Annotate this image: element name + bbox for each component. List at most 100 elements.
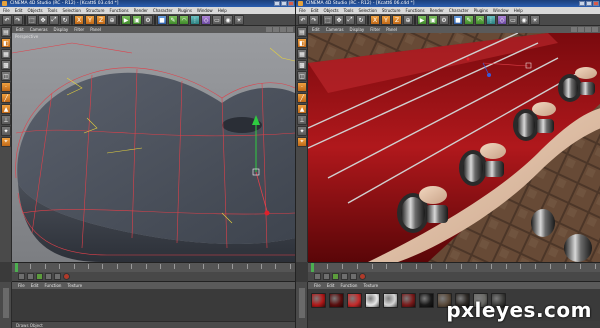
orbit-icon[interactable] <box>585 27 591 32</box>
undo-icon[interactable]: ↶ <box>298 15 308 25</box>
menu-objects[interactable]: Objects <box>27 7 42 14</box>
mat-menu-function[interactable]: Function <box>44 282 61 289</box>
left-timeline[interactable] <box>12 262 295 273</box>
menu-functions[interactable]: Functions <box>109 7 128 14</box>
view-menu-filter[interactable]: Filter <box>370 26 380 33</box>
menu-tools[interactable]: Tools <box>48 7 58 14</box>
spline-pen-icon[interactable]: ✎ <box>464 15 474 25</box>
light-icon[interactable]: ☀ <box>234 15 244 25</box>
go-to-end-icon[interactable] <box>54 273 61 280</box>
points-mode-icon[interactable]: · <box>1 82 11 92</box>
view-menu-panel[interactable]: Panel <box>90 26 101 33</box>
object-mode-icon[interactable]: ▦ <box>1 49 11 59</box>
mat-menu-edit[interactable]: Edit <box>31 282 39 289</box>
snap-icon[interactable]: ⌖ <box>1 137 11 147</box>
menu-structure[interactable]: Structure <box>382 7 401 14</box>
snap-icon[interactable]: ⌖ <box>297 137 307 147</box>
menu-character[interactable]: Character <box>153 7 173 14</box>
camera-icon[interactable]: ◉ <box>519 15 529 25</box>
render-picture-viewer-icon[interactable]: ▣ <box>428 15 438 25</box>
menu-render[interactable]: Render <box>430 7 444 14</box>
material-swatch-mat-red-2[interactable] <box>347 293 362 308</box>
array-icon[interactable]: ⋮ <box>190 15 200 25</box>
rotate-icon[interactable]: ↻ <box>60 15 70 25</box>
toggle-views-icon[interactable] <box>287 27 293 32</box>
left-material-area[interactable] <box>12 289 295 321</box>
minimize-button[interactable] <box>274 1 280 6</box>
deformer-icon[interactable]: ◇ <box>497 15 507 25</box>
edges-mode-icon[interactable]: ╱ <box>1 93 11 103</box>
material-swatch-mat-black[interactable] <box>419 293 434 308</box>
object-mode-icon[interactable]: ▦ <box>297 49 307 59</box>
menu-file[interactable]: File <box>3 7 10 14</box>
pan-icon[interactable] <box>266 27 272 32</box>
menu-render[interactable]: Render <box>134 7 148 14</box>
view-menu-filter[interactable]: Filter <box>74 26 84 33</box>
view-menu-cameras[interactable]: Cameras <box>30 26 48 33</box>
camera-icon[interactable]: ◉ <box>223 15 233 25</box>
tweak-mode-icon[interactable]: ✦ <box>297 126 307 136</box>
record-icon[interactable] <box>359 273 366 280</box>
material-swatch-mat-red[interactable] <box>311 293 326 308</box>
play-icon[interactable] <box>36 273 43 280</box>
z-axis-icon[interactable]: Z <box>96 15 106 25</box>
nurbs-icon[interactable]: ◠ <box>475 15 485 25</box>
view-menu-edit[interactable]: Edit <box>16 26 24 33</box>
z-axis-icon[interactable]: Z <box>392 15 402 25</box>
model-mode-icon[interactable]: ◧ <box>1 38 11 48</box>
live-selection-icon[interactable]: ⬚ <box>27 15 37 25</box>
material-swatch-mat-maroon[interactable] <box>401 293 416 308</box>
view-menu-panel[interactable]: Panel <box>386 26 397 33</box>
view-menu-cameras[interactable]: Cameras <box>326 26 344 33</box>
view-menu-display[interactable]: Display <box>54 26 69 33</box>
right-perspective-viewport[interactable] <box>308 33 600 262</box>
undo-icon[interactable]: ↶ <box>2 15 12 25</box>
mat-menu-function[interactable]: Function <box>340 282 357 289</box>
texture-mode-icon[interactable]: ▩ <box>1 60 11 70</box>
render-settings-icon[interactable]: ⚙ <box>439 15 449 25</box>
menu-objects[interactable]: Objects <box>323 7 338 14</box>
floor-icon[interactable]: ▭ <box>212 15 222 25</box>
mat-menu-file[interactable]: File <box>18 282 25 289</box>
y-axis-icon[interactable]: Y <box>85 15 95 25</box>
redo-icon[interactable]: ↷ <box>309 15 319 25</box>
menu-tools[interactable]: Tools <box>344 7 354 14</box>
edges-mode-icon[interactable]: ╱ <box>297 93 307 103</box>
zoom-icon[interactable] <box>578 27 584 32</box>
spline-pen-icon[interactable]: ✎ <box>168 15 178 25</box>
view-menu-edit[interactable]: Edit <box>312 26 320 33</box>
close-button[interactable] <box>288 1 294 6</box>
workplane-icon[interactable]: ◫ <box>1 71 11 81</box>
model-mode-icon[interactable]: ◧ <box>297 38 307 48</box>
menu-character[interactable]: Character <box>449 7 469 14</box>
nurbs-icon[interactable]: ◠ <box>179 15 189 25</box>
scale-icon[interactable]: ⤢ <box>345 15 355 25</box>
left-perspective-viewport[interactable]: Perspective <box>12 33 295 262</box>
menu-structure[interactable]: Structure <box>86 7 105 14</box>
workplane-icon[interactable]: ◫ <box>297 71 307 81</box>
light-icon[interactable]: ☀ <box>530 15 540 25</box>
menu-selection[interactable]: Selection <box>358 7 376 14</box>
menu-help[interactable]: Help <box>514 7 523 14</box>
coordinate-system-icon[interactable]: ⊕ <box>403 15 413 25</box>
material-swatch-mat-white-2[interactable] <box>383 293 398 308</box>
axis-mode-icon[interactable]: ⊥ <box>1 115 11 125</box>
move-icon[interactable]: ✥ <box>334 15 344 25</box>
go-to-start-icon[interactable] <box>18 273 25 280</box>
axis-mode-icon[interactable]: ⊥ <box>297 115 307 125</box>
menu-selection[interactable]: Selection <box>62 7 80 14</box>
previous-frame-icon[interactable] <box>323 273 330 280</box>
go-to-start-icon[interactable] <box>314 273 321 280</box>
render-view-icon[interactable]: ▶ <box>121 15 131 25</box>
menu-window[interactable]: Window <box>493 7 509 14</box>
coordinate-system-icon[interactable]: ⊕ <box>107 15 117 25</box>
x-axis-icon[interactable]: X <box>370 15 380 25</box>
mat-menu-file[interactable]: File <box>314 282 321 289</box>
go-to-end-icon[interactable] <box>350 273 357 280</box>
view-menu-display[interactable]: Display <box>350 26 365 33</box>
play-icon[interactable] <box>332 273 339 280</box>
next-frame-icon[interactable] <box>45 273 52 280</box>
x-axis-icon[interactable]: X <box>74 15 84 25</box>
menu-edit[interactable]: Edit <box>15 7 23 14</box>
material-swatch-mat-white[interactable] <box>365 293 380 308</box>
